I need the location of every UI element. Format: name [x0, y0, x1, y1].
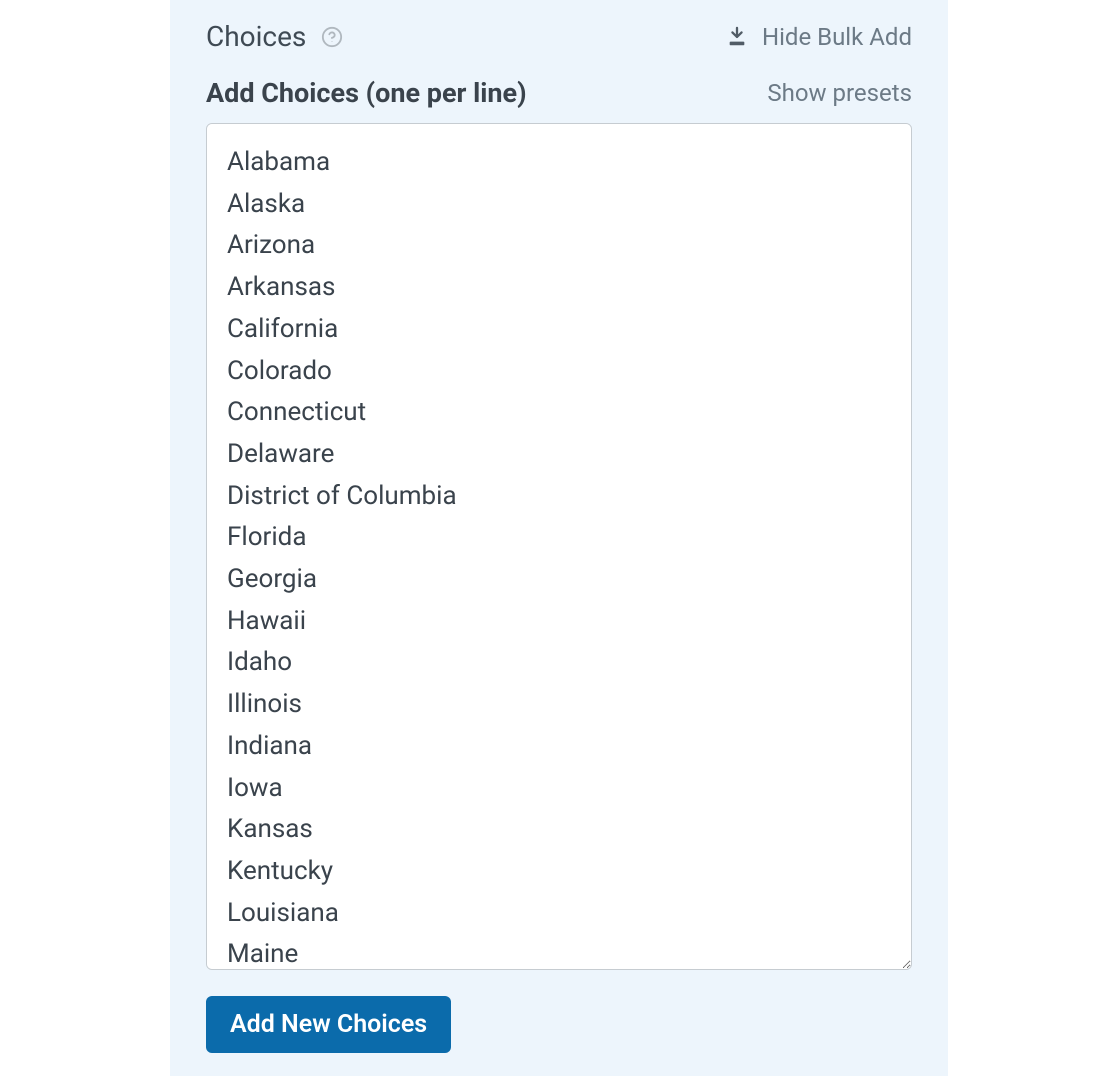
header-row: Choices Hide Bulk Add: [206, 20, 912, 53]
button-row: Add New Choices: [206, 996, 912, 1053]
section-title: Choices: [206, 20, 306, 53]
sub-header-row: Add Choices (one per line) Show presets: [206, 77, 912, 109]
download-icon: [726, 26, 748, 48]
choices-textarea[interactable]: [206, 123, 912, 970]
add-choices-title: Add Choices (one per line): [206, 77, 527, 109]
add-new-choices-button[interactable]: Add New Choices: [206, 996, 451, 1053]
hide-bulk-add-button[interactable]: Hide Bulk Add: [726, 23, 912, 51]
header-left: Choices: [206, 20, 344, 53]
hide-bulk-add-label: Hide Bulk Add: [762, 23, 912, 51]
help-icon[interactable]: [320, 25, 344, 49]
show-presets-link[interactable]: Show presets: [767, 79, 912, 107]
choices-panel: Choices Hide Bulk Add Add Choices (one p…: [170, 0, 948, 1076]
